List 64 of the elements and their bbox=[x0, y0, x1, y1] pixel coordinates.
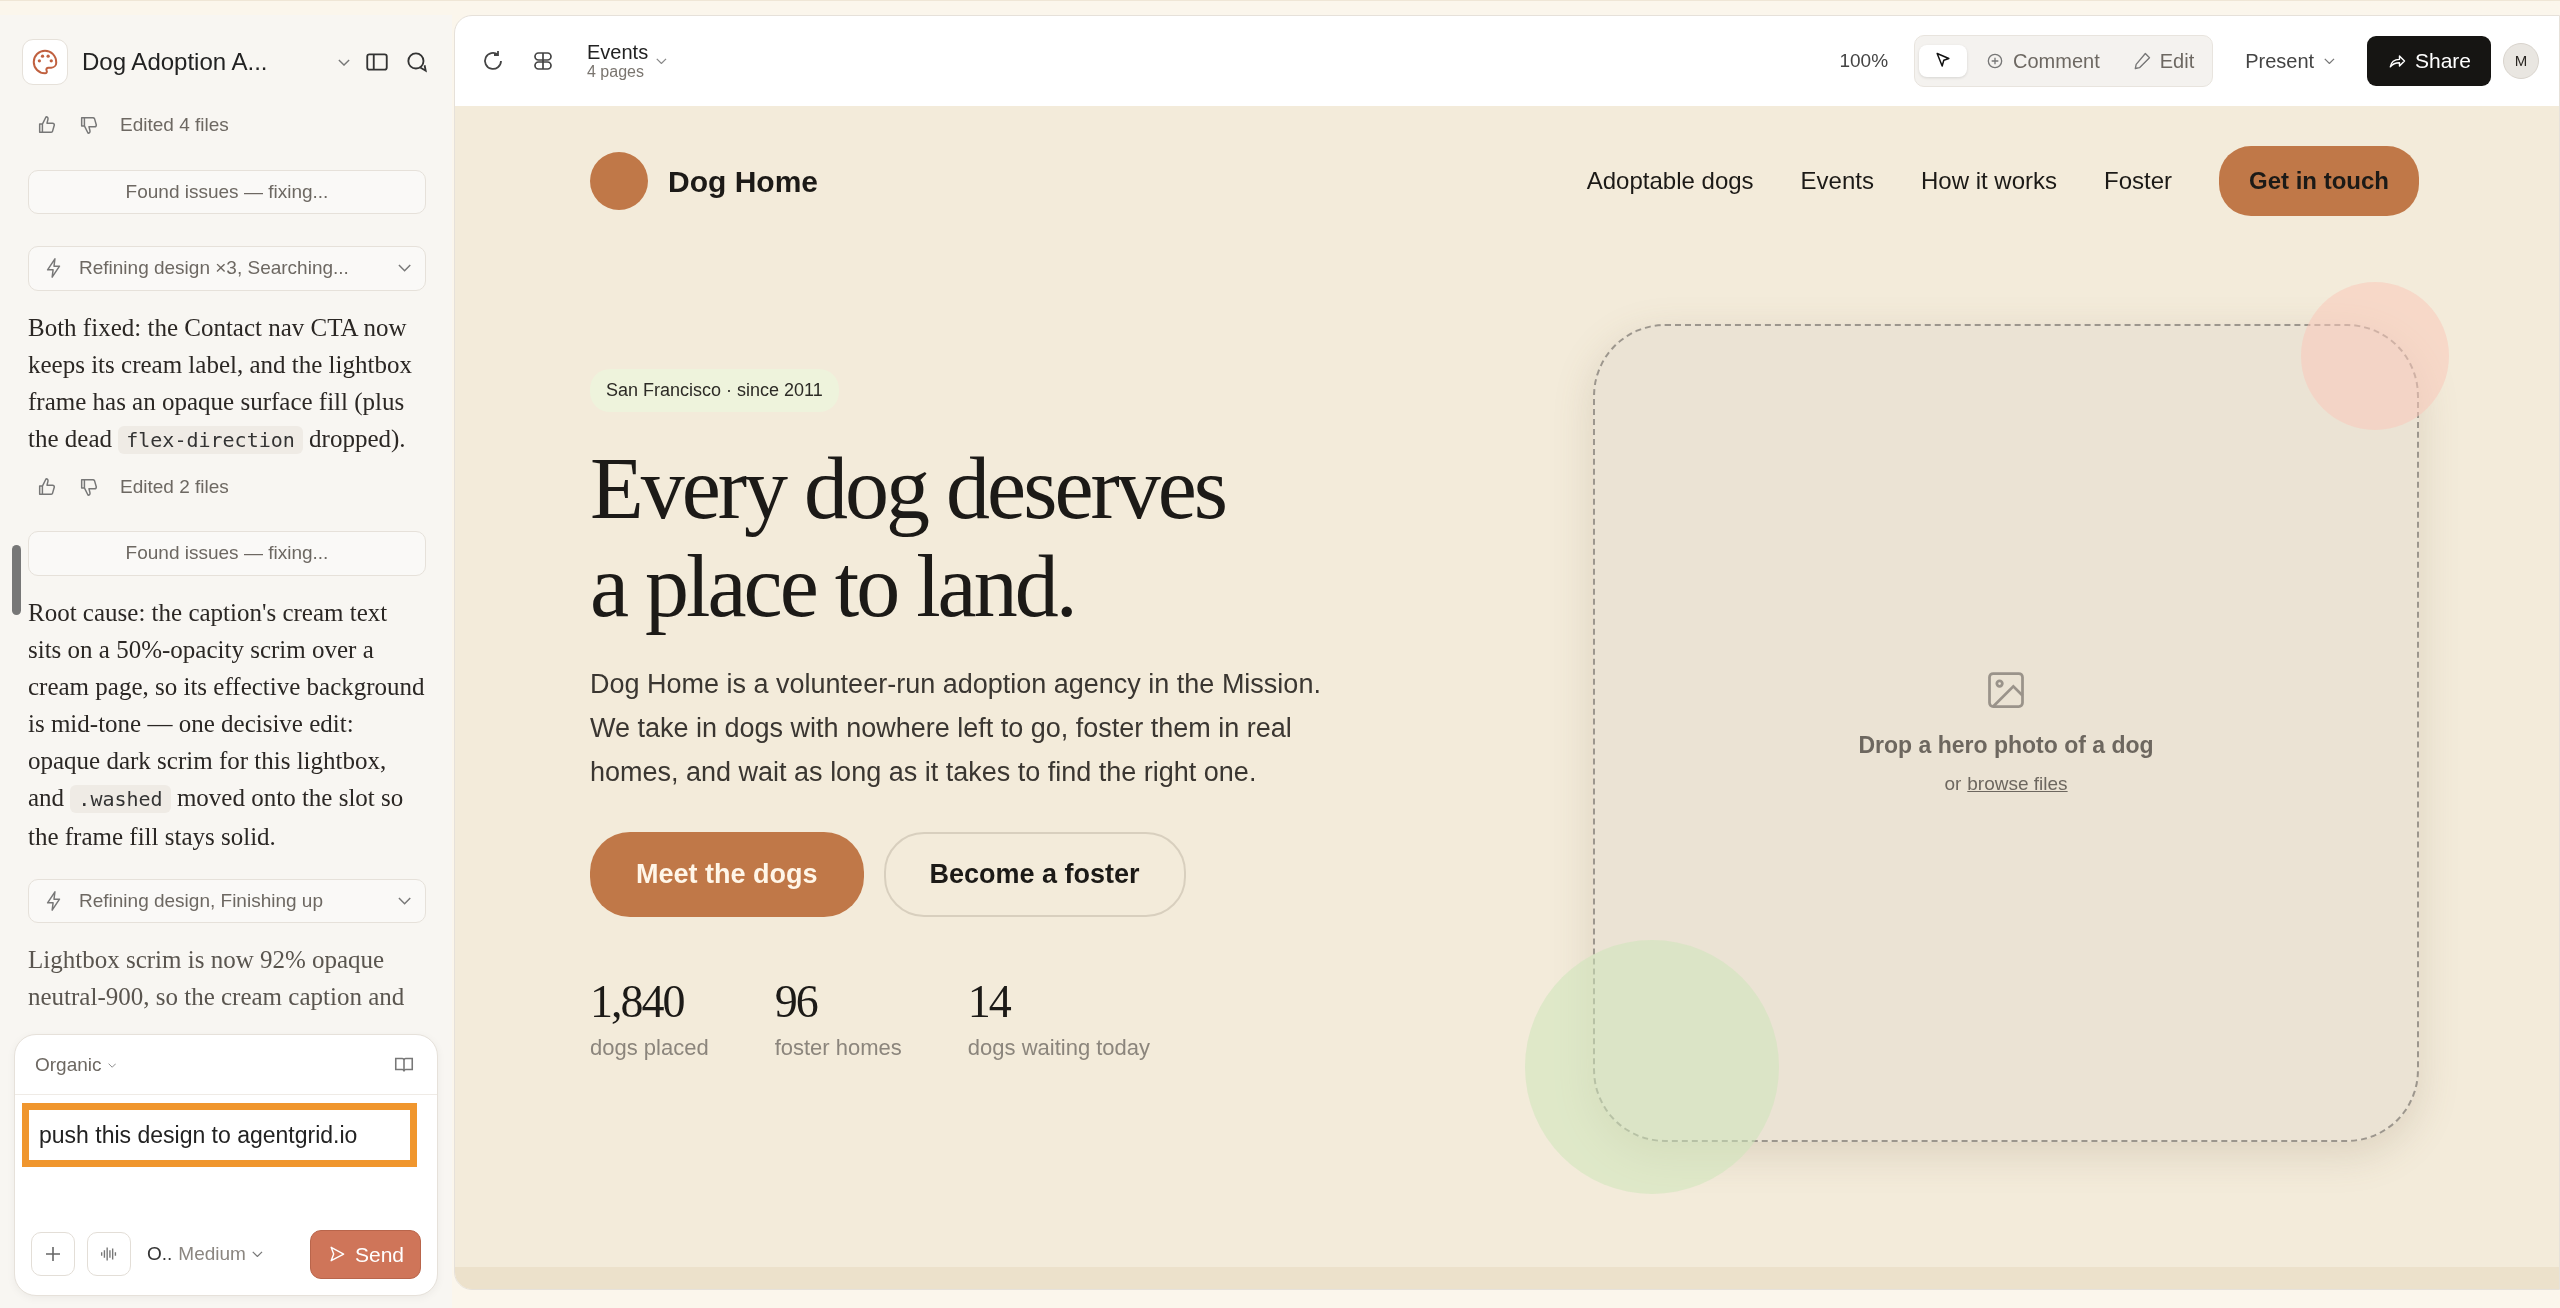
thumbs-up-button[interactable] bbox=[36, 475, 58, 498]
contact-button[interactable]: Get in touch bbox=[2219, 146, 2419, 216]
pages-button[interactable] bbox=[531, 49, 555, 73]
stat-value: 14 bbox=[967, 978, 1012, 1025]
zoom-level[interactable]: 100% bbox=[1839, 46, 1889, 76]
dropzone-hint: or bbox=[1944, 772, 1962, 796]
chevron-icon[interactable] bbox=[338, 58, 350, 66]
style-dropdown[interactable]: Organic bbox=[35, 1051, 116, 1080]
thumbs-down-button[interactable] bbox=[78, 114, 100, 137]
share-button[interactable]: Share bbox=[2366, 36, 2491, 86]
chat-message: Both fixed: the Contact nav CTA now keeps its cream label, and the lightbox frame has an opaque surface fill (plus the dead flex-direction dropped). bbox=[28, 312, 413, 456]
layers-icon bbox=[531, 49, 555, 73]
brand-name[interactable]: Dog Home bbox=[668, 158, 818, 204]
nav-link[interactable]: Adoptable dogs bbox=[1586, 163, 1754, 199]
stat-label: dogs placed bbox=[590, 1033, 709, 1062]
palette-icon bbox=[30, 47, 60, 77]
headline: a place to land. bbox=[590, 538, 1076, 636]
add-button[interactable] bbox=[31, 1232, 75, 1277]
stat-value: 1,840 bbox=[590, 978, 685, 1025]
thumbs-up-icon bbox=[36, 475, 58, 498]
comment-tool[interactable]: Comment bbox=[1971, 40, 2114, 82]
intro-text: Dog Home is a volunteer-run adoption agency in the Mission. We take in dogs with nowhere left to go, foster them in real homes, and wait as long as it takes to find the right one. bbox=[590, 668, 1322, 789]
headline: Every dog deserves bbox=[590, 440, 1227, 538]
activity-toggle[interactable]: Refining design ×3, Searching... bbox=[28, 246, 426, 291]
chat-icon[interactable] bbox=[404, 49, 430, 75]
present-button[interactable]: Present bbox=[2239, 45, 2341, 77]
user-avatar[interactable]: M bbox=[2503, 43, 2539, 79]
photo-dropzone[interactable]: Drop a hero photo of a dog or browse files bbox=[1593, 324, 2419, 1142]
page-selector[interactable]: Events 4 pages bbox=[581, 41, 649, 81]
stat-value: 96 bbox=[774, 978, 819, 1025]
scrollbar-thumb[interactable] bbox=[12, 545, 21, 615]
refresh-button[interactable] bbox=[481, 49, 505, 73]
chevron-icon[interactable] bbox=[656, 57, 667, 65]
status-label: Found issues — fixing... bbox=[28, 169, 426, 214]
edit-tool[interactable]: Edit bbox=[2117, 40, 2209, 82]
thumbs-down-icon bbox=[78, 114, 100, 137]
model-dropdown[interactable]: O.. Medium bbox=[143, 1240, 267, 1269]
chevron-icon bbox=[2324, 57, 2335, 65]
status-label: Found issues — fixing... bbox=[28, 531, 426, 576]
activity-toggle[interactable]: Refining design, Finishing up bbox=[28, 878, 426, 923]
pointer-tool[interactable] bbox=[1919, 45, 1968, 77]
nav-link[interactable]: How it works bbox=[1920, 163, 2057, 199]
nav-link[interactable]: Events bbox=[1800, 163, 1874, 199]
chat-message: Root cause: the caption's cream text sits on a 50%-opacity scrim over a cream page, so its effective background is mid-tone — one decisive edit: opaque dark scrim for this lightbox, and .washed moved onto the slot so the frame fill stays solid. bbox=[28, 597, 426, 852]
chevron-icon bbox=[397, 264, 411, 273]
browse-files-link[interactable]: browse files bbox=[1967, 770, 2068, 799]
nav-link[interactable]: Foster bbox=[2104, 163, 2172, 199]
voice-button[interactable] bbox=[87, 1232, 131, 1277]
stat-label: foster homes bbox=[774, 1033, 902, 1062]
edit-summary[interactable]: Edited 4 files bbox=[120, 111, 229, 140]
cta-button[interactable]: Become a foster bbox=[883, 832, 1186, 917]
edit-summary[interactable]: Edited 2 files bbox=[120, 472, 229, 501]
refresh-icon bbox=[481, 49, 505, 73]
app-icon[interactable] bbox=[22, 39, 68, 85]
chevron-icon bbox=[397, 896, 411, 905]
chat-message: Lightbox scrim is now 92% opaque neutral-900, so the cream caption and bbox=[28, 945, 406, 1012]
location-tag: San Francisco · since 2011 bbox=[590, 369, 839, 412]
logo-icon bbox=[590, 152, 648, 210]
chevron-icon bbox=[107, 1062, 116, 1068]
dropzone-title: Drop a hero photo of a dog bbox=[1858, 730, 2154, 760]
project-title[interactable]: Dog Adoption A... bbox=[82, 44, 324, 80]
stat-label: dogs waiting today bbox=[967, 1033, 1151, 1062]
chevron-icon bbox=[251, 1251, 263, 1258]
message-input[interactable]: push this design to agentgrid.io bbox=[22, 1102, 417, 1167]
